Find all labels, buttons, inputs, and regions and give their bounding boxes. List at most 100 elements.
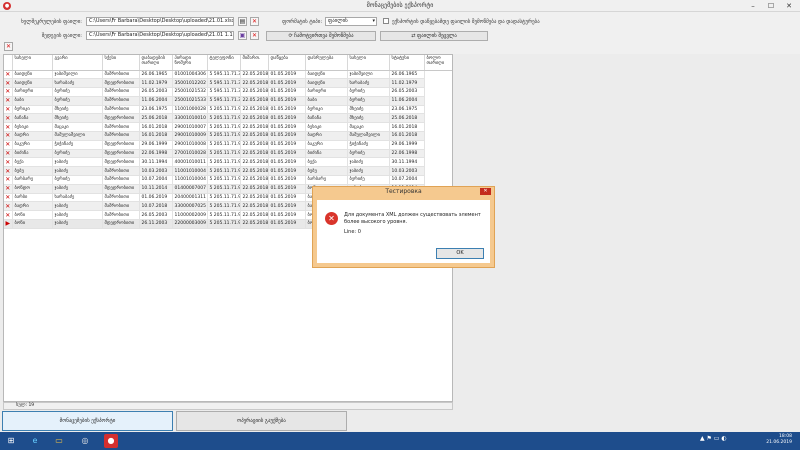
table-cell[interactable]: მდედრობითი bbox=[102, 184, 140, 194]
app-taskbar-icon[interactable]: ● bbox=[104, 434, 118, 448]
minimize-button[interactable]: – bbox=[744, 0, 762, 12]
table-cell[interactable]: ბერიძე bbox=[347, 87, 390, 97]
clear-dest-button[interactable]: ✕ bbox=[250, 31, 259, 40]
table-cell[interactable]: ბადრი bbox=[12, 131, 53, 141]
table-cell[interactable]: 26.05.2003 bbox=[389, 87, 425, 97]
table-cell[interactable]: 22.05.2018 bbox=[240, 96, 269, 106]
column-header[interactable]: პირადი ნომერი bbox=[172, 55, 208, 71]
table-cell[interactable]: 01400007007 bbox=[172, 184, 208, 194]
table-cell[interactable]: ბერიკი bbox=[305, 105, 348, 115]
table-cell[interactable]: 22.05.2018 bbox=[240, 105, 269, 115]
table-cell[interactable]: 16.01.2018 bbox=[389, 131, 425, 141]
table-row[interactable]: ✕ ბაკური ჭიჭინაძე მდედრობითი 29.06.1999 29001… bbox=[4, 140, 452, 150]
table-cell[interactable]: 11.06.2004 bbox=[139, 96, 173, 106]
table-cell[interactable]: 29.06.1999 bbox=[139, 140, 173, 150]
table-cell[interactable]: 01.05.2019 bbox=[268, 70, 306, 80]
delete-row-icon[interactable]: ✕ bbox=[4, 70, 13, 80]
table-cell[interactable]: მამრობითი bbox=[102, 201, 140, 212]
table-cell[interactable]: ბაკური bbox=[12, 140, 53, 150]
table-cell[interactable]: 5 205.11.71.92 bbox=[207, 157, 241, 168]
table-cell[interactable]: 5 205.11.71.92 bbox=[207, 193, 241, 203]
table-cell[interactable]: 22.05.2018 bbox=[240, 78, 269, 89]
table-cell[interactable]: ბექა bbox=[12, 157, 53, 168]
table-cell[interactable]: ბერიძე bbox=[52, 96, 103, 106]
table-cell[interactable]: 26.06.1965 bbox=[389, 70, 425, 80]
chrome-icon[interactable]: ◎ bbox=[78, 434, 92, 448]
table-cell[interactable]: 11001010004 bbox=[172, 166, 208, 177]
table-cell[interactable]: ბექა bbox=[305, 157, 348, 168]
table-cell[interactable]: მამულაშვილი bbox=[347, 131, 390, 141]
table-cell[interactable]: 5 205.11.71.92 bbox=[207, 175, 241, 185]
delete-row-icon[interactable]: ✕ bbox=[4, 78, 13, 89]
table-cell[interactable]: 01001004306 bbox=[172, 70, 208, 80]
table-cell[interactable]: 5 205.11.71.92 bbox=[207, 105, 241, 115]
table-cell[interactable]: ბერიძე bbox=[347, 175, 390, 185]
table-cell[interactable]: 01.05.2019 bbox=[268, 96, 306, 106]
column-header[interactable]: ტელეფონი bbox=[207, 55, 241, 71]
table-cell[interactable]: 26.11.2003 bbox=[139, 219, 173, 229]
table-cell[interactable]: 25.06.2018 bbox=[139, 113, 173, 124]
table-cell[interactable]: 25.06.2018 bbox=[389, 113, 425, 124]
table-cell[interactable]: 01.05.2019 bbox=[268, 122, 306, 133]
table-cell[interactable]: ხარაბაძე bbox=[52, 193, 103, 203]
delete-row-icon[interactable]: ✕ bbox=[4, 87, 13, 97]
column-header[interactable]: მიმართ. bbox=[240, 55, 269, 71]
delete-row-icon[interactable]: ✕ bbox=[4, 105, 13, 115]
table-cell[interactable]: 5 205.11.71.92 bbox=[207, 166, 241, 177]
table-cell[interactable]: 22.05.2018 bbox=[240, 210, 269, 221]
column-header[interactable]: სქესი bbox=[102, 55, 140, 71]
table-cell[interactable]: ბაიდენი bbox=[305, 70, 348, 80]
table-row[interactable]: ✕ ბაბი ბერიძე მამრობითი 11.06.2004 2500102153… bbox=[4, 96, 452, 106]
export-button[interactable]: მონაცემების ექსპორტი bbox=[2, 411, 173, 431]
browse-dest-button[interactable]: ▣ bbox=[238, 31, 247, 40]
column-header[interactable]: დასრულება bbox=[305, 55, 348, 71]
table-cell[interactable]: ბესიკი bbox=[12, 122, 53, 133]
table-cell[interactable]: მხეიძე bbox=[52, 105, 103, 115]
table-cell[interactable]: 22.05.2018 bbox=[240, 157, 269, 168]
table-cell[interactable]: 25001021533 bbox=[172, 96, 208, 106]
table-cell[interactable]: 10.11.2014 bbox=[139, 184, 173, 194]
delete-row-icon[interactable]: ✕ bbox=[4, 149, 13, 159]
table-row[interactable]: ✕ ბარბარე ბერიძე მამრობითი 10.07.2004 1100101… bbox=[4, 175, 452, 185]
table-cell[interactable]: მამრობითი bbox=[102, 87, 140, 97]
table-cell[interactable]: ბონდო bbox=[12, 184, 53, 194]
table-cell[interactable]: 5 205.11.71.92 bbox=[207, 131, 241, 141]
start-icon[interactable]: ⊞ bbox=[4, 434, 18, 448]
table-cell[interactable]: ბესიკი bbox=[305, 122, 348, 133]
table-cell[interactable]: 29.06.1999 bbox=[389, 140, 425, 150]
table-cell[interactable]: 01.05.2019 bbox=[268, 78, 306, 89]
source-file-input[interactable]: C:\Users\Fr Barbara\Desktop\Desktop\uplo… bbox=[86, 17, 234, 26]
table-cell[interactable]: ბაკური bbox=[305, 140, 348, 150]
maximize-button[interactable]: ☐ bbox=[762, 0, 780, 12]
table-cell[interactable]: ბერიძე bbox=[347, 96, 390, 106]
table-cell[interactable]: მამრობითი bbox=[102, 122, 140, 133]
table-cell[interactable]: 22.05.2018 bbox=[240, 184, 269, 194]
table-row[interactable]: ✕ ბექა ჯაბიძე მდედრობითი 30.11.1994 400010100… bbox=[4, 157, 452, 168]
download-check-button[interactable]: ⟳ ჩამოტვირთვა შემოწმება bbox=[266, 31, 376, 41]
column-header[interactable]: ბოლო თარიღი bbox=[424, 55, 452, 71]
table-row[interactable]: ✕ ბაიდენი ხარაბაძე მდედრობითი 11.02.1979 3500… bbox=[4, 78, 452, 89]
table-cell[interactable]: 22.06.1998 bbox=[389, 149, 425, 159]
table-cell[interactable]: მამრობითი bbox=[102, 175, 140, 185]
close-window-button[interactable]: ✕ bbox=[780, 0, 798, 12]
table-cell[interactable]: 40001010011 bbox=[172, 157, 208, 168]
dialog-close-button[interactable]: ✕ bbox=[480, 188, 491, 195]
table-cell[interactable]: ბიძინა bbox=[12, 149, 53, 159]
type-select[interactable]: ფაილის ▾ bbox=[325, 17, 377, 26]
clear-source-button[interactable]: ✕ bbox=[250, 17, 259, 26]
table-cell[interactable]: 5 595.11.71.39 bbox=[207, 96, 241, 106]
table-cell[interactable]: მამრობითი bbox=[102, 166, 140, 177]
table-cell[interactable]: 01.05.2019 bbox=[268, 201, 306, 212]
table-cell[interactable]: მდედრობითი bbox=[102, 113, 140, 124]
table-cell[interactable]: 29001010009 bbox=[172, 131, 208, 141]
verify-checkbox[interactable] bbox=[383, 18, 389, 24]
table-cell[interactable]: ჯაბიძე bbox=[52, 219, 103, 229]
table-cell[interactable]: 01.05.2019 bbox=[268, 131, 306, 141]
table-cell[interactable]: ხარაბაძე bbox=[347, 78, 390, 89]
table-cell[interactable]: ბადრი bbox=[305, 131, 348, 141]
change-file-button[interactable]: ⇄ ფაილის შეცვლა bbox=[380, 31, 488, 41]
table-cell[interactable]: 01.05.2019 bbox=[268, 140, 306, 150]
table-cell[interactable]: 22000003009 bbox=[172, 219, 208, 229]
clear-all-button[interactable]: ✕ bbox=[4, 42, 13, 51]
table-cell[interactable]: ბადრი bbox=[12, 201, 53, 212]
